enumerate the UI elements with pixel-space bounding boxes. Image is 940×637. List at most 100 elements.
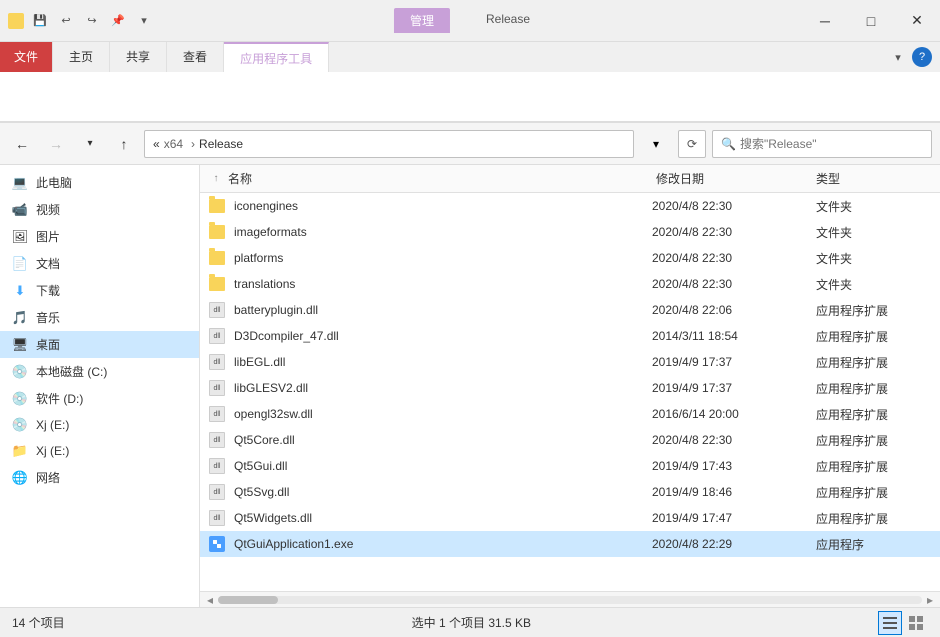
ribbon: 文件 主页 共享 查看 应用程序工具 ▾ ?: [0, 42, 940, 123]
table-row[interactable]: dll Qt5Widgets.dll 2019/4/9 17:47 应用程序扩展: [200, 505, 940, 531]
file-date: 2020/4/8 22:30: [648, 251, 808, 265]
ribbon-commands: [0, 72, 940, 122]
horizontal-scrollbar[interactable]: ◂ ▸: [200, 591, 940, 607]
qat-more-btn[interactable]: ▾: [134, 11, 154, 31]
sidebar-item-documents[interactable]: 📄 文档: [0, 250, 199, 277]
manage-tab[interactable]: 管理: [394, 8, 450, 33]
exe-icon: [208, 535, 226, 553]
refresh-btn[interactable]: ⟳: [678, 130, 706, 158]
qat-save-btn[interactable]: 💾: [30, 11, 50, 31]
sidebar-item-this-pc[interactable]: 💻 此电脑: [0, 169, 199, 196]
hscroll-thumb[interactable]: [218, 596, 278, 604]
qat-undo-btn[interactable]: ↩: [56, 11, 76, 31]
sidebar-item-local-c[interactable]: 💿 本地磁盘 (C:): [0, 358, 199, 385]
breadcrumb-sep1: x64: [164, 137, 183, 151]
search-box[interactable]: 🔍: [712, 130, 932, 158]
file-date: 2016/6/14 20:00: [648, 407, 808, 421]
up-btn[interactable]: ↑: [110, 130, 138, 158]
main-area: 💻 此电脑 📹 视频 🖼 图片 📄 文档 ⬇ 下载 🎵 音乐 🖥 桌面 💿: [0, 165, 940, 607]
help-btn[interactable]: ?: [912, 47, 932, 67]
table-row[interactable]: dll libGLESV2.dll 2019/4/9 17:37 应用程序扩展: [200, 375, 940, 401]
sidebar-item-pictures[interactable]: 🖼 图片: [0, 223, 199, 250]
status-selected: 选中 1 个项目 31.5 KB: [412, 614, 531, 631]
tab-home[interactable]: 主页: [53, 42, 110, 72]
table-row[interactable]: iconengines 2020/4/8 22:30 文件夹: [200, 193, 940, 219]
file-name: Qt5Gui.dll: [230, 459, 644, 473]
table-row[interactable]: translations 2020/4/8 22:30 文件夹: [200, 271, 940, 297]
tab-share[interactable]: 共享: [110, 42, 167, 72]
back-btn[interactable]: ←: [8, 130, 36, 158]
file-name: platforms: [230, 251, 644, 265]
maximize-btn[interactable]: □: [848, 0, 894, 42]
search-input[interactable]: [740, 137, 923, 151]
app-icon: [8, 13, 24, 29]
col-header-name[interactable]: 名称: [224, 170, 652, 187]
tab-file[interactable]: 文件: [0, 42, 53, 72]
window-title: Release: [470, 8, 546, 33]
table-row[interactable]: dll batteryplugin.dll 2020/4/8 22:06 应用程…: [200, 297, 940, 323]
recent-locations-btn[interactable]: ▾: [76, 130, 104, 158]
file-name: batteryplugin.dll: [230, 303, 644, 317]
table-row[interactable]: dll Qt5Gui.dll 2019/4/9 17:43 应用程序扩展: [200, 453, 940, 479]
file-date: 2020/4/8 22:30: [648, 433, 808, 447]
sidebar-label-drive-xj: Xj (E:): [36, 418, 69, 432]
sidebar-label-local-c: 本地磁盘 (C:): [36, 363, 107, 380]
table-row[interactable]: imageformats 2020/4/8 22:30 文件夹: [200, 219, 940, 245]
dll-icon: dll: [208, 483, 226, 501]
file-list: ↑ 名称 修改日期 类型 iconengines 2020/4/8 22:30 …: [200, 165, 940, 607]
file-type: 应用程序: [812, 536, 932, 553]
dll-icon: dll: [208, 509, 226, 527]
sort-indicator: ↑: [208, 173, 224, 184]
sidebar-item-network[interactable]: 🌐 网络: [0, 464, 199, 491]
file-date: 2014/3/11 18:54: [648, 329, 808, 343]
sidebar-item-music[interactable]: 🎵 音乐: [0, 304, 199, 331]
minimize-btn[interactable]: ─: [802, 0, 848, 42]
forward-btn[interactable]: →: [42, 130, 70, 158]
table-row[interactable]: dll D3Dcompiler_47.dll 2014/3/11 18:54 应…: [200, 323, 940, 349]
dropdown-btn[interactable]: ▾: [640, 137, 672, 151]
file-name: translations: [230, 277, 644, 291]
dll-icon: dll: [208, 353, 226, 371]
sidebar-label-this-pc: 此电脑: [36, 174, 72, 191]
sidebar-item-video[interactable]: 📹 视频: [0, 196, 199, 223]
table-row[interactable]: dll opengl32sw.dll 2016/6/14 20:00 应用程序扩…: [200, 401, 940, 427]
dll-icon: dll: [208, 327, 226, 345]
sidebar-item-drive-xj[interactable]: 💿 Xj (E:): [0, 412, 199, 438]
sidebar-item-drive-d[interactable]: 💿 软件 (D:): [0, 385, 199, 412]
breadcrumb-sep2: ›: [191, 137, 195, 151]
file-date: 2019/4/9 17:43: [648, 459, 808, 473]
file-name: iconengines: [230, 199, 644, 213]
table-row[interactable]: dll Qt5Core.dll 2020/4/8 22:30 应用程序扩展: [200, 427, 940, 453]
table-row[interactable]: QtGuiApplication1.exe 2020/4/8 22:29 应用程…: [200, 531, 940, 557]
address-path[interactable]: « x64 › Release: [144, 130, 634, 158]
sidebar-label-drive-d: 软件 (D:): [36, 390, 83, 407]
col-header-date[interactable]: 修改日期: [652, 170, 812, 187]
sidebar-label-desktop: 桌面: [36, 336, 60, 353]
table-row[interactable]: dll Qt5Svg.dll 2019/4/9 18:46 应用程序扩展: [200, 479, 940, 505]
dll-icon: dll: [208, 301, 226, 319]
tab-view[interactable]: 查看: [167, 42, 224, 72]
col-header-type[interactable]: 类型: [812, 170, 932, 187]
sidebar-item-xj-e2[interactable]: 📁 Xj (E:): [0, 438, 199, 464]
ribbon-collapse-btn[interactable]: ▾: [888, 47, 908, 67]
sidebar-label-pictures: 图片: [36, 228, 60, 245]
sidebar-item-desktop[interactable]: 🖥 桌面: [0, 331, 199, 358]
hscroll-left-btn[interactable]: ◂: [202, 593, 218, 607]
downloads-icon: ⬇: [12, 283, 28, 299]
sidebar-label-music: 音乐: [36, 309, 60, 326]
file-type: 文件夹: [812, 276, 932, 293]
file-type: 应用程序扩展: [812, 328, 932, 345]
table-row[interactable]: platforms 2020/4/8 22:30 文件夹: [200, 245, 940, 271]
view-details-btn[interactable]: [878, 611, 902, 635]
close-btn[interactable]: ✕: [894, 0, 940, 42]
qat-pin-btn[interactable]: 📌: [108, 11, 128, 31]
dll-icon: dll: [208, 431, 226, 449]
hscroll-right-btn[interactable]: ▸: [922, 593, 938, 607]
table-row[interactable]: dll libEGL.dll 2019/4/9 17:37 应用程序扩展: [200, 349, 940, 375]
sidebar-item-downloads[interactable]: ⬇ 下载: [0, 277, 199, 304]
view-tiles-btn[interactable]: [904, 611, 928, 635]
tab-apptools[interactable]: 应用程序工具: [224, 42, 329, 72]
file-type: 文件夹: [812, 250, 932, 267]
qat-redo-btn[interactable]: ↪: [82, 11, 102, 31]
drive-c-icon: 💿: [12, 364, 28, 380]
